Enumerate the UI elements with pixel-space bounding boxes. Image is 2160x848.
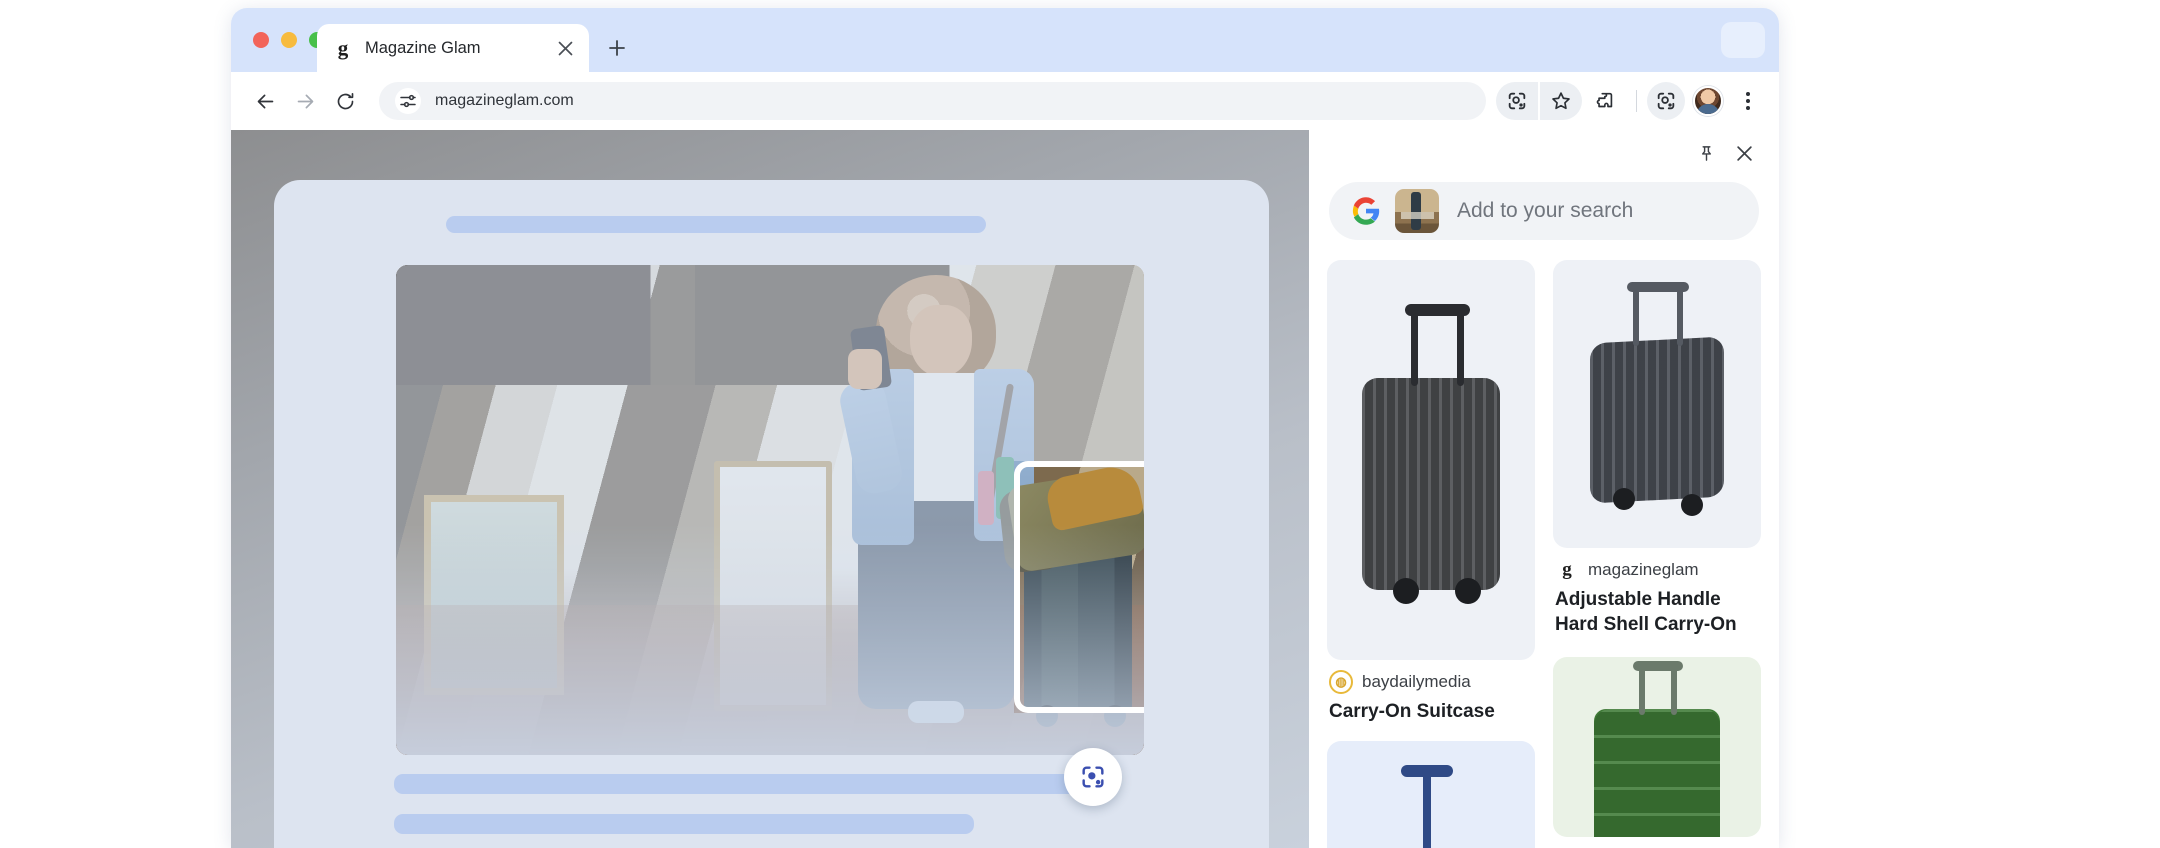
- web-page-viewport: [231, 130, 1309, 848]
- result-source: g magazineglam: [1553, 558, 1761, 582]
- result-source-name: baydailymedia: [1362, 672, 1471, 691]
- suitcase-wheel: [1393, 578, 1419, 604]
- tabstrip-corner-control[interactable]: [1721, 22, 1765, 58]
- model-face: [910, 305, 972, 377]
- skeleton-line-2: [394, 814, 974, 834]
- results-column-left: ◍ baydailymedia Carry-On Suitcase: [1327, 260, 1535, 848]
- suitcase-handle-post: [1639, 665, 1645, 716]
- browser-window: g Magazine Glam magazineglam.com Add to …: [231, 8, 1779, 848]
- result-product-image[interactable]: [1327, 260, 1535, 660]
- magazineglam-g-icon: g: [1562, 559, 1572, 580]
- suitcase-handle-post: [1411, 310, 1418, 386]
- star-icon[interactable]: [1540, 82, 1582, 120]
- add-to-search-placeholder: Add to your search: [1457, 199, 1634, 222]
- skeleton-heading: [446, 216, 986, 233]
- suitcase-handle-grip: [1405, 304, 1470, 316]
- result-product-image[interactable]: [1553, 657, 1761, 838]
- results-column-right: g magazineglam Adjustable Handle Hard Sh…: [1553, 260, 1761, 848]
- selected-region-thumbnail: [1395, 189, 1439, 233]
- window-controls: [253, 32, 325, 48]
- suitcase-ribs: [1594, 709, 1720, 838]
- lens-side-panel: Add to your search ◍ baydailymedia Carry…: [1309, 130, 1779, 848]
- google-lens-icon[interactable]: [1496, 82, 1538, 120]
- google-lens-panel-icon[interactable]: [1647, 82, 1685, 120]
- browser-toolbar: magazineglam.com: [231, 72, 1779, 130]
- add-to-search-input[interactable]: Add to your search: [1329, 182, 1759, 240]
- suitcase-shell: [1594, 709, 1720, 838]
- result-card[interactable]: g magazineglam Adjustable Handle Hard Sh…: [1553, 260, 1761, 637]
- result-source-name: magazineglam: [1588, 560, 1699, 579]
- suitcase-wheel: [1455, 578, 1481, 604]
- skeleton-line-1: [394, 774, 1094, 794]
- suitcase-handle-post: [1671, 665, 1677, 716]
- tab-strip: g Magazine Glam: [231, 8, 1779, 72]
- hero-overlay-glare: [396, 525, 1144, 755]
- close-window-button[interactable]: [253, 32, 269, 48]
- suitcase-handle-post: [1633, 286, 1639, 346]
- tab-title: Magazine Glam: [365, 38, 481, 57]
- suitcase-handle-grip: [1401, 764, 1453, 777]
- reload-icon[interactable]: [325, 81, 365, 121]
- toolbar-divider: [1636, 90, 1637, 112]
- avatar: [1693, 86, 1723, 116]
- address-bar[interactable]: magazineglam.com: [379, 82, 1486, 120]
- suitcase-handle-post: [1457, 310, 1464, 386]
- baydailymedia-badge: ◍: [1329, 670, 1353, 694]
- suitcase-handle-post: [1423, 770, 1431, 848]
- screen-root: g Magazine Glam magazineglam.com Add to …: [0, 0, 2160, 848]
- close-icon[interactable]: [1727, 136, 1761, 170]
- suitcase-wheel: [1681, 494, 1703, 516]
- browser-tab[interactable]: g Magazine Glam: [317, 24, 589, 72]
- profile-avatar[interactable]: [1687, 82, 1729, 120]
- model-accessory-pink: [978, 471, 994, 525]
- pin-icon[interactable]: [1689, 136, 1723, 170]
- back-arrow-icon[interactable]: [245, 81, 285, 121]
- google-g-logo: [1351, 196, 1381, 226]
- hero-image[interactable]: [396, 265, 1144, 755]
- suitcase-handle-grip: [1633, 661, 1683, 672]
- suitcase-ribs: [1590, 336, 1724, 504]
- page-content-card: [274, 180, 1269, 848]
- suitcase-shell: [1362, 378, 1500, 590]
- suitcase-shell: [1590, 336, 1724, 504]
- tune-icon[interactable]: [395, 88, 421, 114]
- result-source: ◍ baydailymedia: [1327, 670, 1535, 694]
- magazineglam-g-icon: g: [337, 35, 349, 60]
- suitcase-ribs: [1362, 378, 1500, 590]
- result-product-image[interactable]: [1327, 740, 1535, 848]
- result-product-image[interactable]: [1553, 260, 1761, 548]
- new-tab-button[interactable]: [603, 34, 631, 62]
- result-card-partial[interactable]: [1553, 657, 1761, 838]
- minimize-window-button[interactable]: [281, 32, 297, 48]
- three-dot-menu-icon[interactable]: [1731, 82, 1765, 120]
- google-lens-floating-button[interactable]: [1064, 748, 1122, 806]
- forward-arrow-icon[interactable]: [285, 81, 325, 121]
- result-title[interactable]: Carry-On Suitcase: [1327, 700, 1535, 725]
- results-grid: ◍ baydailymedia Carry-On Suitcase g maga…: [1327, 260, 1761, 848]
- suitcase-handle-grip: [1627, 282, 1689, 292]
- result-card[interactable]: ◍ baydailymedia Carry-On Suitcase: [1327, 260, 1535, 725]
- suitcase-wheel: [1613, 488, 1635, 510]
- result-title[interactable]: Adjustable Handle Hard Shell Carry-On: [1553, 588, 1761, 637]
- hero-ceiling-beam: [396, 265, 1144, 385]
- result-card-partial[interactable]: [1327, 740, 1535, 848]
- model-hand: [848, 349, 882, 389]
- puzzle-piece-icon[interactable]: [1584, 82, 1626, 120]
- url-text: magazineglam.com: [435, 92, 574, 109]
- close-tab-button[interactable]: [553, 36, 577, 60]
- suitcase-handle-post: [1677, 286, 1683, 346]
- toolbar-actions: [1496, 82, 1765, 120]
- side-panel-header: [1327, 130, 1761, 176]
- browser-content: Add to your search ◍ baydailymedia Carry…: [231, 130, 1779, 848]
